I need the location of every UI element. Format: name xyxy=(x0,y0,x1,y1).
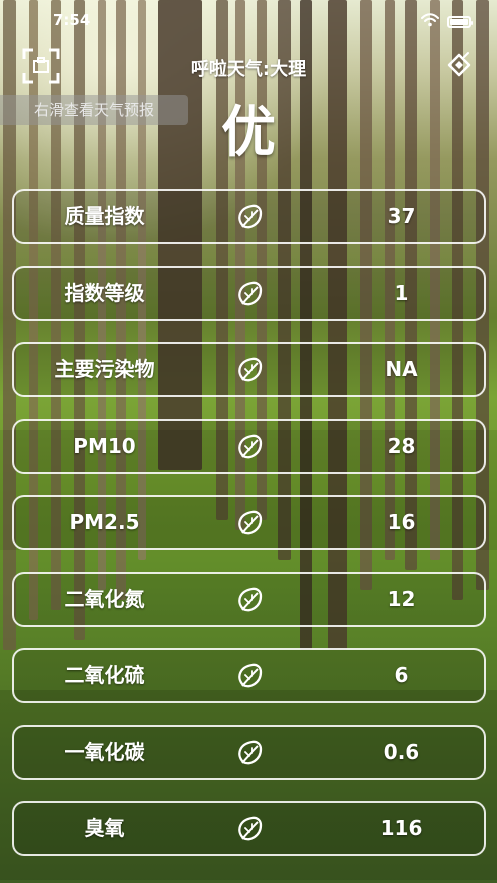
aqi-row: 一氧化碳 0.6 xyxy=(12,724,486,780)
aqi-rows: 质量指数 37 指数等级 1 主要污染物 NA PM10 28 PM2.5 16 二氧化氮 12 二氧化… xyxy=(12,189,486,878)
wifi-icon xyxy=(421,12,439,31)
row-value: 1 xyxy=(394,280,409,305)
row-value: 12 xyxy=(387,586,416,611)
share-button[interactable] xyxy=(441,47,477,83)
page-title: 呼啦天气:大理 xyxy=(190,59,307,80)
leaf-icon xyxy=(232,659,266,693)
aqi-row: 二氧化硫 6 xyxy=(12,648,486,703)
aqi-row: 二氧化氮 12 xyxy=(12,571,486,627)
leaf-icon xyxy=(232,200,266,234)
aqi-row: PM2.5 16 xyxy=(12,495,486,550)
header: 呼啦天气:大理 xyxy=(0,46,497,90)
aqi-row: 臭氧 116 xyxy=(12,801,486,856)
status-icons xyxy=(421,12,473,31)
row-label: 二氧化氮 xyxy=(64,586,145,611)
leaf-icon xyxy=(232,353,266,387)
leaf-icon xyxy=(232,583,266,617)
aqi-row: 质量指数 37 xyxy=(12,189,486,244)
row-label: 质量指数 xyxy=(64,204,145,228)
row-label: 一氧化碳 xyxy=(64,739,145,764)
aqi-row: 指数等级 1 xyxy=(12,265,486,321)
leaf-icon xyxy=(232,812,266,846)
row-label: 臭氧 xyxy=(84,816,125,840)
row-label: 二氧化硫 xyxy=(64,663,145,687)
row-value: NA xyxy=(385,357,418,381)
aqi-row: 主要污染物 NA xyxy=(12,342,486,397)
aqi-grade: 优 xyxy=(220,100,276,164)
leaf-icon xyxy=(232,430,266,464)
row-label: PM2.5 xyxy=(69,510,140,534)
row-value: 37 xyxy=(387,204,416,228)
leaf-icon xyxy=(232,277,266,311)
row-label: PM10 xyxy=(73,433,136,458)
leaf-icon xyxy=(232,736,266,770)
row-label: 主要污染物 xyxy=(54,357,155,381)
row-value: 6 xyxy=(394,663,409,687)
status-bar: 7:54 xyxy=(0,0,497,42)
leaf-icon xyxy=(232,506,266,540)
row-value: 0.6 xyxy=(383,739,420,764)
aqi-row: PM10 28 xyxy=(12,418,486,474)
row-value: 16 xyxy=(387,510,416,534)
row-value: 28 xyxy=(387,433,416,458)
row-label: 指数等级 xyxy=(64,280,145,305)
battery-icon xyxy=(447,15,473,28)
row-value: 116 xyxy=(380,816,423,840)
status-time: 7:54 xyxy=(53,11,91,29)
share-icon xyxy=(441,52,477,87)
